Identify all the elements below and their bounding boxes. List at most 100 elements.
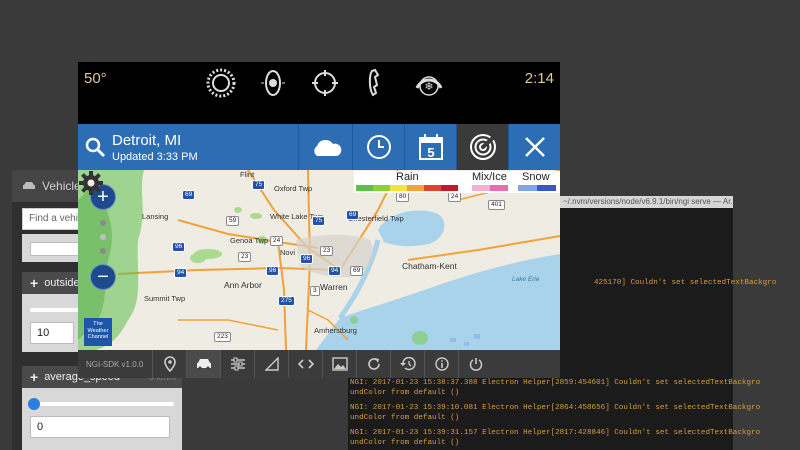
console-line: undColor from default () <box>350 389 460 397</box>
status-bar: 50° ❄ 2:14 <box>78 62 560 124</box>
sun-icon[interactable] <box>204 66 238 100</box>
map-label: Warren <box>320 282 348 292</box>
zoom-out-button[interactable]: − <box>90 264 116 290</box>
map-label: Genoa Twp <box>230 236 269 245</box>
highway-shield: 59 <box>226 216 240 226</box>
highway-shield: 75 <box>312 216 326 226</box>
refresh-icon[interactable] <box>356 350 390 378</box>
head-unit-display: 50° ❄ 2:14 Detroit, MI Updated 3:33 PM 5… <box>78 62 560 378</box>
legend-snow-label: Snow <box>522 171 550 183</box>
expand-icon[interactable]: + <box>30 275 38 291</box>
console-line: undColor from default () <box>350 439 460 447</box>
calendar-day: 5 <box>427 145 434 160</box>
location-name: Detroit, MI <box>112 131 182 149</box>
highway-shield: 80 <box>396 192 410 202</box>
console-line: NGI: 2017-01-23 15:39:10.081 Electron He… <box>350 404 761 412</box>
climate-icon[interactable]: ❄ <box>412 66 446 100</box>
bottom-toolbar: NGI-SDK v1.0.0 <box>78 350 560 378</box>
phone-icon[interactable] <box>360 66 394 100</box>
signal-card-average-speed: + average_speed 0 km/h 0 <box>22 366 182 450</box>
map-label: Flint <box>240 170 255 179</box>
legend-mix-swatch <box>472 185 490 191</box>
car-icon[interactable] <box>186 350 220 378</box>
highway-shield: 69 <box>346 210 360 220</box>
legend-mix-label: Mix/Ice <box>472 171 507 183</box>
console-line: NGI: 2017-01-23 15:39:31.157 Electron He… <box>350 429 761 437</box>
navigation-icon[interactable] <box>308 66 342 100</box>
close-icon <box>524 137 545 157</box>
cloud-icon <box>313 139 341 156</box>
value-input[interactable]: 0 <box>30 416 170 438</box>
highway-shield: 223 <box>214 332 231 342</box>
highway-shield: 96 <box>266 266 280 276</box>
legend-snow-swatch <box>518 185 537 191</box>
radar-map[interactable]: Flint Oxford Twp Lansing White Lake Twp … <box>78 170 560 350</box>
history-icon[interactable] <box>390 350 424 378</box>
tab-daily[interactable]: 5 <box>404 124 456 170</box>
settings-sliders-icon[interactable] <box>220 350 254 378</box>
weather-channel-logo: The Weather Channel <box>84 318 112 346</box>
highway-shield: 23 <box>320 246 334 256</box>
legend-rain-swatch <box>373 185 390 191</box>
code-icon[interactable] <box>288 350 322 378</box>
highway-shield: 401 <box>488 200 505 210</box>
map-base <box>78 170 560 350</box>
timeline-dot[interactable] <box>100 220 106 226</box>
map-label: Summit Twp <box>144 294 186 303</box>
highway-shield: 24 <box>270 236 284 246</box>
search-icon <box>85 137 106 158</box>
outside-temperature: 50° <box>84 70 107 87</box>
highway-shield: 69 <box>350 266 364 276</box>
location-search[interactable]: Detroit, MI Updated 3:33 PM <box>78 124 298 170</box>
clock-icon <box>366 135 391 159</box>
map-label: Oxford Twp <box>274 184 313 193</box>
sdk-version: NGI-SDK v1.0.0 <box>86 359 144 369</box>
power-icon[interactable] <box>458 350 492 378</box>
signal-icon[interactable] <box>254 350 288 378</box>
map-label: Chatham-Kent <box>402 261 457 271</box>
legend-rain-swatch <box>424 185 441 191</box>
highway-shield: 23 <box>238 252 252 262</box>
vehicle-panel-title: Vehicle <box>42 179 81 193</box>
legend-rain-swatch <box>441 185 458 191</box>
value-input[interactable]: 10 <box>30 322 74 344</box>
tab-radar[interactable] <box>456 124 508 170</box>
slider-knob[interactable] <box>28 398 40 410</box>
svg-text:❄: ❄ <box>424 80 433 93</box>
highway-shield: 96 <box>172 242 186 252</box>
close-button[interactable] <box>508 124 560 170</box>
gear-icon[interactable] <box>78 170 104 196</box>
location-pin-icon[interactable] <box>152 350 186 378</box>
console-line: NGI: 2017-01-23 15:38:37.388 Electron He… <box>350 379 761 387</box>
legend-rain-label: Rain <box>396 171 419 183</box>
weather-toolbar: Detroit, MI Updated 3:33 PM 5 <box>78 124 560 170</box>
legend-rain-swatch <box>390 185 407 191</box>
image-icon[interactable] <box>322 350 356 378</box>
updated-time: Updated 3:33 PM <box>112 150 198 163</box>
legend-rain-swatch <box>356 185 373 191</box>
map-label: Ann Arbor <box>224 280 262 290</box>
car-icon <box>23 182 35 189</box>
highway-shield: 69 <box>182 190 196 200</box>
highway-shield: 96 <box>300 254 314 264</box>
radar-icon <box>469 134 496 160</box>
highway-shield: 75 <box>252 180 266 190</box>
info-icon[interactable] <box>424 350 458 378</box>
map-label: Amherstburg <box>314 326 357 335</box>
tab-current-conditions[interactable] <box>298 124 352 170</box>
value-slider[interactable] <box>28 398 174 410</box>
expand-icon[interactable]: + <box>30 369 38 385</box>
media-icon[interactable] <box>256 66 290 100</box>
legend-mix-swatch <box>490 185 508 191</box>
timeline-dot[interactable] <box>100 248 106 254</box>
highway-shield: 94 <box>174 268 188 278</box>
highway-shield: 24 <box>448 192 462 202</box>
map-label: Novi <box>280 248 296 257</box>
tab-hourly[interactable] <box>352 124 404 170</box>
map-label: Lake Erie <box>512 276 540 283</box>
timeline-dot[interactable] <box>100 234 106 240</box>
highway-shield: 94 <box>328 266 342 276</box>
highway-shield: 3 <box>310 286 320 296</box>
legend-snow-swatch <box>537 185 556 191</box>
legend-rain-swatch <box>407 185 424 191</box>
